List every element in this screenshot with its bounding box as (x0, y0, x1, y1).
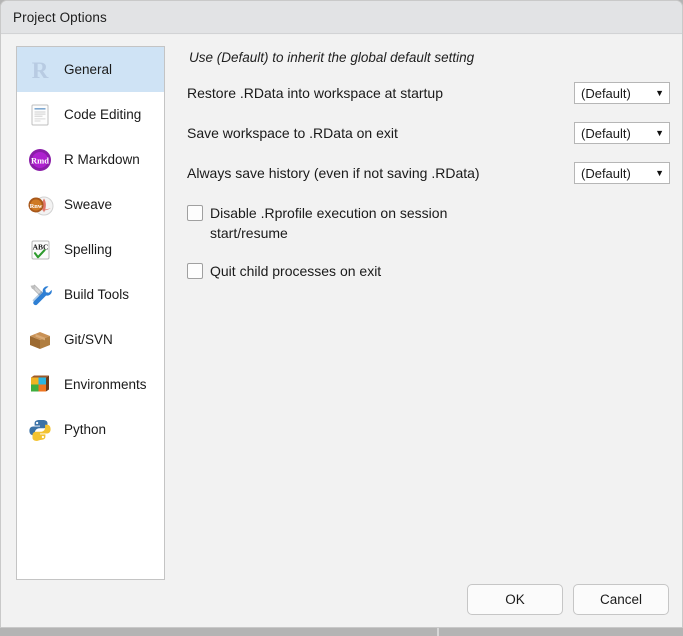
sidebar-item-label: Python (64, 422, 107, 437)
title-bar: Project Options (1, 1, 682, 34)
document-icon (26, 101, 54, 129)
svg-text:Rmd: Rmd (31, 155, 49, 165)
default-inherit-hint: Use (Default) to inherit the global defa… (189, 50, 475, 65)
chevron-down-icon: ▼ (655, 167, 664, 178)
svg-text:ABC: ABC (33, 242, 49, 251)
window-title: Project Options (13, 9, 107, 25)
sidebar-item-git-svn[interactable]: Git/SVN (17, 317, 164, 362)
option-row-always-save-history: Always save history (even if not saving … (187, 161, 670, 185)
background-pane-divider (437, 628, 439, 636)
ok-button[interactable]: OK (467, 584, 563, 615)
sidebar-item-label: Code Editing (64, 107, 142, 122)
sidebar-item-sweave[interactable]: Rnw Sweave (17, 182, 164, 227)
sidebar-item-label: General (64, 62, 113, 77)
cancel-button[interactable]: Cancel (573, 584, 669, 615)
sidebar-item-general[interactable]: R General (17, 47, 164, 92)
sidebar-item-python[interactable]: Python (17, 407, 164, 452)
disable-rprofile-checkbox[interactable] (187, 205, 203, 221)
sidebar-item-label: Git/SVN (64, 332, 113, 347)
svg-text:R: R (32, 58, 49, 83)
checkbox-row-quit-child-processes[interactable]: Quit child processes on exit (187, 261, 670, 281)
dialog-footer: OK Cancel (467, 584, 669, 615)
dropdown-value: (Default) (581, 125, 631, 141)
option-label: Always save history (even if not saving … (187, 165, 480, 181)
always-save-history-dropdown[interactable]: (Default) ▼ (574, 162, 670, 184)
project-options-dialog: Project Options R General Code Editing R… (0, 0, 683, 628)
options-category-list[interactable]: R General Code Editing Rmd R Markdown Rn… (16, 46, 165, 580)
quit-child-processes-checkbox[interactable] (187, 263, 203, 279)
chevron-down-icon: ▼ (655, 127, 664, 138)
color-cube-icon (26, 371, 54, 399)
sidebar-item-spelling[interactable]: ABC Spelling (17, 227, 164, 272)
sidebar-item-label: Sweave (64, 197, 113, 212)
checkbox-label: Disable .Rprofile execution on session s… (210, 205, 448, 241)
dropdown-value: (Default) (581, 85, 631, 101)
option-label: Restore .RData into workspace at startup (187, 85, 444, 101)
general-options-pane: Use (Default) to inherit the global defa… (187, 46, 670, 281)
r-logo-icon: R (26, 56, 54, 84)
sidebar-item-code-editing[interactable]: Code Editing (17, 92, 164, 137)
chevron-down-icon: ▼ (655, 87, 664, 98)
python-icon (26, 416, 54, 444)
rnw-pdf-icon: Rnw (26, 191, 54, 219)
rmd-badge-icon: Rmd (26, 146, 54, 174)
background-window-strip (0, 628, 683, 636)
package-box-icon (26, 326, 54, 354)
checkbox-row-disable-rprofile[interactable]: Disable .Rprofile execution on session s… (187, 203, 670, 243)
dialog-body: R General Code Editing Rmd R Markdown Rn… (1, 35, 682, 627)
sidebar-item-label: R Markdown (64, 152, 140, 167)
sidebar-item-build-tools[interactable]: Build Tools (17, 272, 164, 317)
svg-text:Rnw: Rnw (30, 202, 43, 209)
sidebar-item-label: Environments (64, 377, 147, 392)
sidebar-item-environments[interactable]: Environments (17, 362, 164, 407)
sidebar-item-label: Build Tools (64, 287, 130, 302)
wrench-tools-icon (26, 281, 54, 309)
sidebar-item-r-markdown[interactable]: Rmd R Markdown (17, 137, 164, 182)
checkbox-label: Quit child processes on exit (210, 263, 382, 279)
save-workspace-dropdown[interactable]: (Default) ▼ (574, 122, 670, 144)
dropdown-value: (Default) (581, 165, 631, 181)
option-row-save-workspace: Save workspace to .RData on exit (Defaul… (187, 121, 670, 145)
sidebar-item-label: Spelling (64, 242, 113, 257)
option-label: Save workspace to .RData on exit (187, 125, 398, 141)
abc-check-icon: ABC (26, 236, 54, 264)
option-row-restore-rdata: Restore .RData into workspace at startup… (187, 81, 670, 105)
restore-rdata-dropdown[interactable]: (Default) ▼ (574, 82, 670, 104)
